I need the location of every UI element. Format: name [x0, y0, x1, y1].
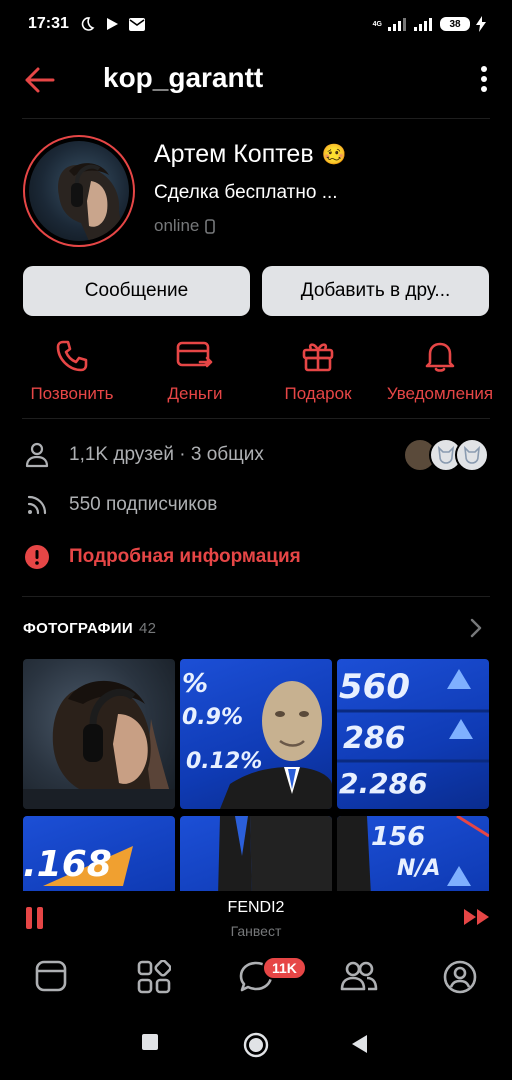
add-friend-button[interactable]: Добавить в дру... [262, 266, 489, 316]
photo-thumbnail[interactable]: % 0.9% 0.12% [180, 659, 332, 809]
photo-image [220, 681, 332, 809]
subscribers-row[interactable]: 550 подписчиков [23, 494, 217, 516]
photos-header[interactable]: ФОТОГРАФИИ 42 [23, 620, 156, 637]
home-icon[interactable] [243, 1032, 269, 1058]
photo-thumbnail[interactable]: 560 286 2.286 [337, 659, 489, 809]
action-money[interactable]: Деньги [131, 336, 259, 404]
details-row[interactable]: Подробная информация [23, 544, 301, 570]
more-vertical-icon[interactable] [480, 66, 488, 92]
dog-icon [437, 445, 455, 464]
photo-image [337, 816, 489, 891]
friends-count: 1,1K друзей · 3 общих [69, 444, 264, 465]
photo-image [23, 680, 175, 809]
profile-name-row: Артем Коптев 🥴 [154, 140, 347, 169]
header: kop_garantt [0, 54, 512, 106]
phone-call-icon [56, 340, 88, 372]
action-notifications[interactable]: Уведомления [376, 336, 504, 404]
online-indicator: online [154, 216, 216, 236]
friends-row[interactable]: 1,1K друзей · 3 общих [23, 442, 264, 468]
recents-icon[interactable] [142, 1034, 158, 1050]
feed-icon[interactable] [35, 960, 67, 992]
profile-icon[interactable] [443, 960, 477, 994]
photo-thumbnail[interactable]: 0.156 N/A [337, 816, 489, 891]
photo-thumbnail[interactable]: .168 [23, 816, 175, 891]
track-artist: Ганвест [230, 923, 282, 939]
network-type: 4G [372, 20, 382, 28]
online-label: online [154, 216, 200, 235]
friends-icon[interactable] [340, 960, 378, 992]
photo-grid: % 0.9% 0.12% 560 286 2.286 .168 0.156 N/… [23, 659, 489, 891]
messages-badge: 11K [262, 956, 307, 980]
tab-bar [0, 948, 512, 1008]
divider [22, 596, 490, 597]
photo-image [218, 816, 332, 891]
photo-thumbnail[interactable] [180, 816, 332, 891]
profile-status: Сделка бесплатно ... [154, 182, 338, 203]
chevron-right-icon[interactable] [470, 618, 482, 638]
action-gift[interactable]: Подарок [254, 336, 382, 404]
avatar [455, 438, 489, 472]
dog-icon [463, 445, 481, 464]
woozy-face-icon: 🥴 [321, 144, 347, 166]
subscribers-count: 550 подписчиков [69, 494, 218, 515]
user-icon [25, 442, 49, 468]
system-nav-bar [0, 1010, 512, 1080]
back-triangle-icon[interactable] [352, 1035, 368, 1053]
moon-icon [81, 17, 95, 31]
avatar[interactable] [23, 135, 135, 247]
charging-icon [476, 16, 486, 32]
profile-name: Артем Коптев [154, 140, 314, 168]
skip-forward-icon[interactable] [464, 909, 490, 925]
action-label: Подарок [284, 384, 352, 403]
track-title: FENDI2 [227, 899, 285, 916]
divider [22, 418, 490, 419]
mutual-friends-avatars[interactable] [403, 438, 489, 472]
status-bar: 17:31 4G 38 [0, 0, 512, 48]
card-transfer-icon [176, 341, 213, 368]
play-icon [106, 18, 118, 30]
action-call[interactable]: Позвонить [8, 336, 136, 404]
mail-icon [128, 17, 145, 31]
status-time: 17:31 [28, 15, 69, 32]
board-number: .168 [23, 844, 112, 885]
info-icon [25, 545, 49, 569]
arrow-left-icon[interactable] [24, 66, 56, 94]
battery-indicator: 38 [440, 17, 470, 31]
action-label: Позвонить [30, 384, 114, 403]
bell-icon [425, 342, 455, 372]
message-button[interactable]: Сообщение [23, 266, 250, 316]
signal-icon [414, 18, 432, 31]
signal-icon [388, 18, 406, 31]
photos-title: ФОТОГРАФИИ [23, 620, 133, 637]
gift-icon [302, 343, 334, 372]
photo-thumbnail[interactable] [23, 659, 175, 809]
avatar-image [58, 163, 124, 241]
photo-image [337, 669, 489, 763]
rss-icon [27, 495, 47, 515]
details-link: Подробная информация [69, 546, 301, 567]
services-icon[interactable] [137, 960, 171, 994]
phone-icon [205, 218, 216, 234]
music-player[interactable]: FENDI2 Ганвест [0, 891, 512, 947]
action-label: Уведомления [386, 384, 494, 403]
action-label: Деньги [167, 384, 223, 403]
photos-count: 42 [138, 620, 157, 637]
divider [22, 118, 490, 119]
page-title: kop_garantt [103, 62, 264, 93]
